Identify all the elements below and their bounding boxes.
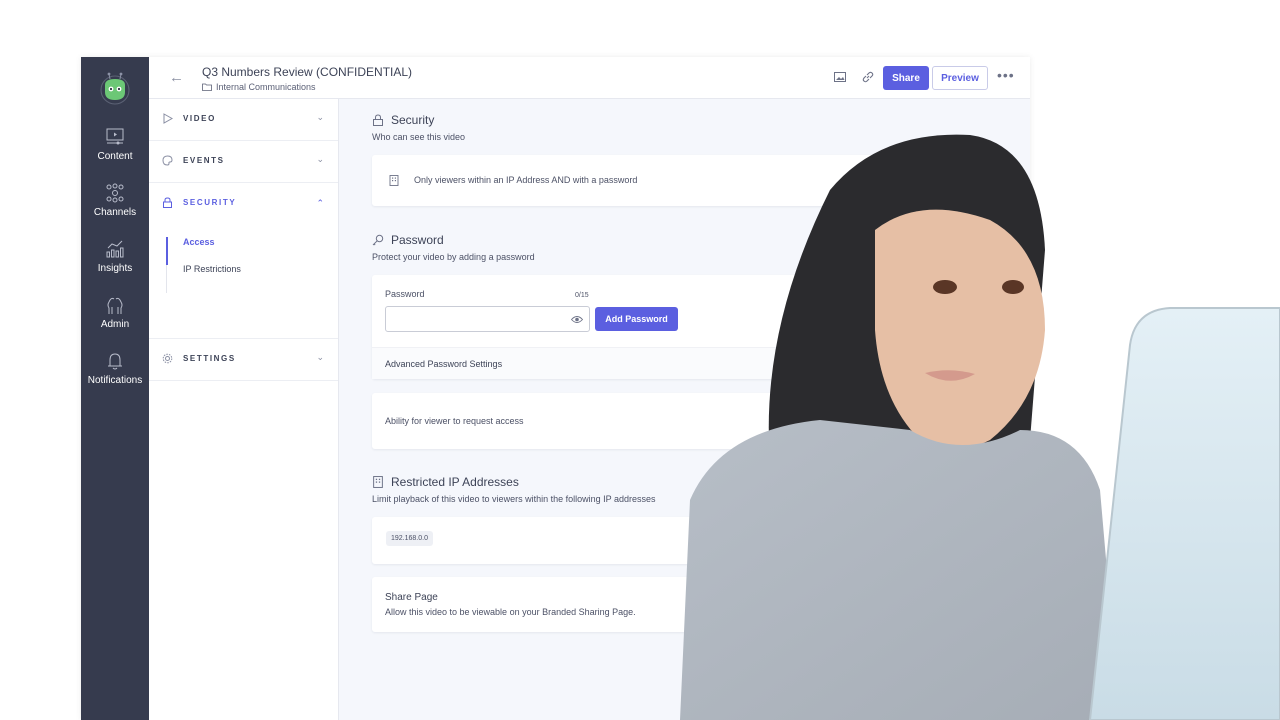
security-subnav: Access IP Restrictions xyxy=(149,225,338,339)
breadcrumb[interactable]: Internal Communications xyxy=(202,82,316,92)
rail-label-admin: Admin xyxy=(100,319,130,330)
rail-item-insights[interactable]: Insights xyxy=(81,239,149,274)
ip-title: Restricted IP Addresses xyxy=(391,475,519,489)
access-option-card[interactable]: Only viewers within an IP Address AND wi… xyxy=(372,155,997,206)
users-icon xyxy=(107,297,123,314)
security-heading: Security xyxy=(372,113,434,127)
rail-label-channels: Channels xyxy=(93,207,137,218)
access-option-text: Only viewers within an IP Address AND wi… xyxy=(414,175,638,185)
main-content: Security Who can see this video Only vie… xyxy=(339,99,1030,720)
advanced-password-label: Advanced Password Settings xyxy=(385,359,503,369)
bell-icon xyxy=(108,353,122,370)
chevron-up-icon: ⌃ xyxy=(316,198,324,208)
nav-section-video[interactable]: VIDEO ⌄ xyxy=(149,99,338,141)
chart-icon xyxy=(106,240,124,258)
chevron-down-icon: ⌄ xyxy=(316,154,324,164)
eye-icon[interactable] xyxy=(571,315,583,324)
subnav-item-access[interactable]: Access xyxy=(183,237,215,247)
lock-icon xyxy=(373,114,383,126)
more-options-icon[interactable]: ••• xyxy=(997,67,1015,83)
play-icon xyxy=(163,113,173,124)
rail-label-content: Content xyxy=(97,151,133,162)
password-field-label: Password xyxy=(385,289,425,299)
rail-item-channels[interactable]: Channels xyxy=(81,183,149,218)
rail-item-admin[interactable]: Admin xyxy=(81,295,149,330)
subnav-active-indicator xyxy=(166,237,168,265)
nav-section-events[interactable]: EVENTS ⌄ xyxy=(149,141,338,183)
share-page-title: Share Page xyxy=(385,592,438,603)
settings-nav: VIDEO ⌄ EVENTS ⌄ SECURITY ⌃ Access IP Re… xyxy=(149,99,339,720)
request-access-label: Ability for viewer to request access xyxy=(385,416,524,426)
top-bar: ← Q3 Numbers Review (CONFIDENTIAL) Inter… xyxy=(149,57,1030,99)
password-heading: Password xyxy=(372,233,444,247)
ip-subtitle: Limit playback of this video to viewers … xyxy=(372,494,656,504)
link-icon[interactable] xyxy=(861,70,875,84)
key-icon xyxy=(372,234,384,246)
nav-section-settings[interactable]: SETTINGS ⌄ xyxy=(149,339,338,381)
app-window: Content Channels Insights Admin Notifica… xyxy=(81,57,1030,720)
subnav-item-ip-restrictions[interactable]: IP Restrictions xyxy=(183,264,241,274)
building-icon xyxy=(389,175,399,186)
password-subtitle: Protect your video by adding a password xyxy=(372,252,535,262)
folder-name: Internal Communications xyxy=(216,82,316,92)
video-title: Q3 Numbers Review (CONFIDENTIAL) xyxy=(202,65,413,79)
back-arrow-icon[interactable]: ← xyxy=(169,69,184,86)
nav-label-settings: SETTINGS xyxy=(183,354,236,363)
rail-label-notifications: Notifications xyxy=(87,375,143,386)
share-page-card[interactable]: Share Page Allow this video to be viewab… xyxy=(372,577,997,632)
add-password-button[interactable]: Add Password xyxy=(595,307,678,331)
folder-icon xyxy=(202,83,212,91)
password-char-counter: 0/15 xyxy=(575,292,589,299)
ip-list-card: 192.168.0.0 xyxy=(372,517,997,564)
left-rail: Content Channels Insights Admin Notifica… xyxy=(81,57,149,720)
stage: Content Channels Insights Admin Notifica… xyxy=(0,0,1280,720)
video-player-icon xyxy=(106,128,124,145)
rail-item-notifications[interactable]: Notifications xyxy=(81,351,149,386)
password-title: Password xyxy=(391,233,444,247)
nav-label-events: EVENTS xyxy=(183,156,225,165)
password-card: Password 0/15 Add Password Advanced Pass… xyxy=(372,275,997,379)
preview-button[interactable]: Preview xyxy=(932,66,988,90)
rail-item-content[interactable]: Content xyxy=(81,127,149,162)
chevron-down-icon: ⌄ xyxy=(316,112,324,122)
lock-icon xyxy=(163,197,172,208)
nav-label-security: SECURITY xyxy=(183,198,237,207)
gear-icon xyxy=(162,353,173,364)
ip-address-chip[interactable]: 192.168.0.0 xyxy=(386,531,433,546)
share-button[interactable]: Share xyxy=(883,66,929,90)
chevron-down-icon: ⌄ xyxy=(316,352,324,362)
palette-icon xyxy=(162,155,173,166)
nav-label-video: VIDEO xyxy=(183,114,216,123)
rail-label-insights: Insights xyxy=(97,263,133,274)
security-title: Security xyxy=(391,113,435,127)
ip-heading: Restricted IP Addresses xyxy=(372,475,519,489)
building-icon xyxy=(373,476,383,488)
nav-section-security[interactable]: SECURITY ⌃ xyxy=(149,183,338,225)
advanced-password-settings[interactable]: Advanced Password Settings xyxy=(372,347,997,379)
security-subtitle: Who can see this video xyxy=(372,132,466,142)
password-input[interactable] xyxy=(385,306,590,332)
share-page-description: Allow this video to be viewable on your … xyxy=(385,607,636,617)
network-icon xyxy=(106,183,124,203)
laptop-screen xyxy=(1088,307,1280,720)
request-access-card[interactable]: Ability for viewer to request access xyxy=(372,393,997,449)
logo-icon xyxy=(100,72,130,105)
image-icon[interactable] xyxy=(833,70,847,84)
